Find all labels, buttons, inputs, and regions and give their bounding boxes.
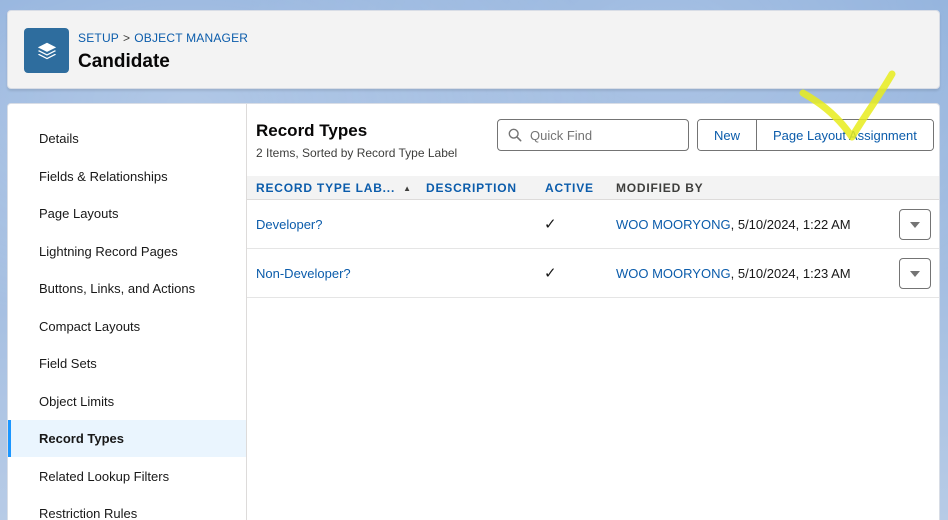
sidebar: Details Fields & Relationships Page Layo… <box>8 104 247 520</box>
table-row: Non-Developer? ✓ WOO MOORYONG, 5/10/2024… <box>247 249 939 298</box>
breadcrumb-setup[interactable]: SETUP <box>78 31 119 45</box>
breadcrumb: SETUP > OBJECT MANAGER <box>78 31 248 45</box>
sort-ascending-icon: ▲ <box>403 183 412 193</box>
row-actions-dropdown-button[interactable] <box>899 258 931 289</box>
sidebar-item-page-layouts[interactable]: Page Layouts <box>8 195 246 232</box>
main-panel: Details Fields & Relationships Page Layo… <box>7 103 940 520</box>
object-header: SETUP > OBJECT MANAGER Candidate <box>7 10 940 89</box>
page-layout-assignment-button[interactable]: Page Layout Assignment <box>756 120 933 150</box>
modified-by-user-link[interactable]: WOO MOORYONG <box>616 266 731 281</box>
sidebar-item-compact-layouts[interactable]: Compact Layouts <box>8 308 246 345</box>
modified-by-cell: WOO MOORYONG, 5/10/2024, 1:22 AM <box>616 200 851 248</box>
column-header-description[interactable]: DESCRIPTION <box>426 176 517 200</box>
chevron-down-icon <box>910 221 920 228</box>
column-header-active[interactable]: ACTIVE <box>545 176 594 200</box>
table-header: RECORD TYPE LAB... ▲ DESCRIPTION ACTIVE … <box>247 176 939 200</box>
sidebar-item-fields-relationships[interactable]: Fields & Relationships <box>8 158 246 195</box>
new-button[interactable]: New <box>698 120 757 150</box>
sidebar-item-lightning-record-pages[interactable]: Lightning Record Pages <box>8 233 246 270</box>
sidebar-item-restriction-rules[interactable]: Restriction Rules <box>8 495 246 520</box>
quick-find-box[interactable] <box>497 119 689 151</box>
breadcrumb-separator: > <box>123 31 131 45</box>
sidebar-item-details[interactable]: Details <box>8 120 246 157</box>
breadcrumb-object-manager[interactable]: OBJECT MANAGER <box>134 31 248 45</box>
sidebar-item-object-limits[interactable]: Object Limits <box>8 383 246 420</box>
row-actions-dropdown-button[interactable] <box>899 209 931 240</box>
record-type-link[interactable]: Non-Developer? <box>256 249 351 297</box>
modified-by-user-link[interactable]: WOO MOORYONG <box>616 217 731 232</box>
sidebar-item-buttons-links-actions[interactable]: Buttons, Links, and Actions <box>8 270 246 307</box>
item-count-summary: 2 Items, Sorted by Record Type Label <box>256 146 458 160</box>
modified-date: , 5/10/2024, 1:22 AM <box>730 216 851 232</box>
action-button-group: New Page Layout Assignment <box>697 119 934 151</box>
quick-find-input[interactable] <box>530 127 680 143</box>
page-title: Candidate <box>78 51 170 72</box>
record-types-content: Record Types 2 Items, Sorted by Record T… <box>247 104 939 520</box>
modified-date: , 5/10/2024, 1:23 AM <box>730 265 851 281</box>
sidebar-item-record-types[interactable]: Record Types <box>8 420 246 457</box>
search-icon <box>508 128 522 142</box>
record-type-link[interactable]: Developer? <box>256 200 323 248</box>
active-check-icon: ✓ <box>544 216 557 233</box>
active-check-icon: ✓ <box>544 265 557 282</box>
chevron-down-icon <box>910 270 920 277</box>
sidebar-item-related-lookup-filters[interactable]: Related Lookup Filters <box>8 458 246 495</box>
column-header-label: RECORD TYPE LAB... <box>256 181 396 195</box>
section-title: Record Types <box>256 121 368 140</box>
sidebar-item-field-sets[interactable]: Field Sets <box>8 345 246 382</box>
modified-by-cell: WOO MOORYONG, 5/10/2024, 1:23 AM <box>616 249 851 297</box>
column-header-record-type-label[interactable]: RECORD TYPE LAB... ▲ <box>256 176 412 200</box>
stacked-layers-icon <box>24 28 69 73</box>
table-row: Developer? ✓ WOO MOORYONG, 5/10/2024, 1:… <box>247 200 939 249</box>
column-header-modified-by: MODIFIED BY <box>616 181 704 195</box>
